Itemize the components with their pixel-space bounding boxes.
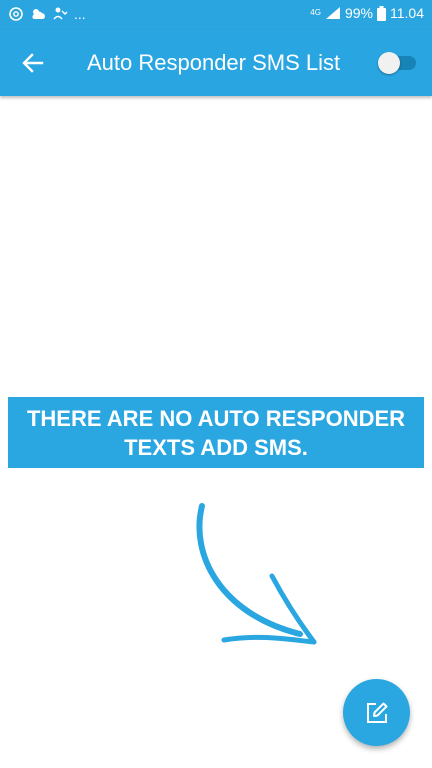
curved-arrow-icon — [196, 503, 317, 645]
missed-call-icon — [53, 7, 68, 20]
clock: 11.04 — [390, 5, 424, 21]
status-bar: ... 4G 99% 11.04 — [0, 0, 432, 30]
toggle-thumb — [378, 52, 400, 74]
battery-percentage: 99% — [344, 5, 373, 21]
status-notifications: ... — [8, 6, 86, 22]
page-title: Auto Responder SMS List — [87, 50, 341, 75]
empty-state-message: THERE ARE NO AUTO RESPONDER TEXTS ADD SM… — [8, 397, 424, 468]
sms-list-content: THERE ARE NO AUTO RESPONDER TEXTS ADD SM… — [0, 96, 432, 768]
back-button[interactable] — [16, 46, 50, 80]
app-bar: Auto Responder SMS List — [0, 30, 432, 96]
data-saver-icon — [9, 7, 23, 21]
add-sms-button[interactable] — [343, 679, 410, 746]
edit-icon — [366, 702, 387, 723]
signal-icon — [325, 7, 340, 19]
status-system: 4G 99% 11.04 — [310, 5, 424, 21]
network-type-label: 4G — [310, 8, 321, 17]
arrow-left-icon — [22, 53, 44, 73]
battery-icon — [377, 5, 386, 21]
more-notifications-indicator: ... — [74, 6, 86, 22]
auto-responder-toggle[interactable] — [378, 52, 418, 74]
weather-icon — [32, 9, 45, 19]
